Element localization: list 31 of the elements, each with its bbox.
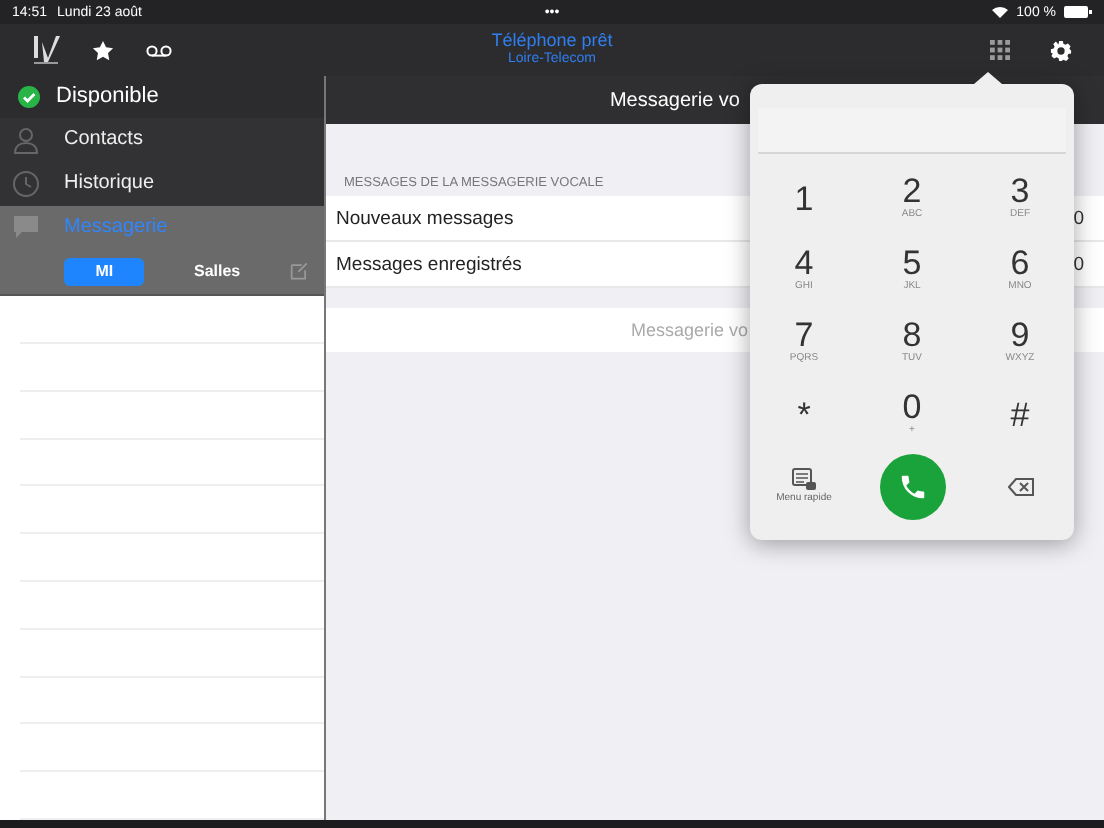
settings-icon[interactable] (1050, 39, 1072, 61)
dial-key[interactable]: * (750, 378, 858, 450)
presence-status[interactable]: Disponible (56, 84, 159, 109)
page-title: Messagerie vo (609, 89, 740, 111)
sidebar-item[interactable]: Contacts (0, 117, 324, 162)
sidebar-item[interactable]: Historique (0, 161, 324, 206)
dial-key[interactable]: 1 (750, 162, 858, 234)
message-count: 0 (1073, 253, 1084, 275)
voicemail-icon[interactable] (146, 43, 172, 57)
chat-bubble-icon (12, 214, 40, 240)
check-icon (18, 85, 40, 108)
phone-icon (897, 471, 927, 501)
number-field[interactable] (758, 108, 1066, 154)
row-label[interactable]: Messages enregistrés (336, 253, 522, 275)
star-icon[interactable] (92, 39, 114, 61)
call-button[interactable] (879, 453, 945, 519)
connection-status: Téléphone prêt (491, 32, 613, 51)
clock-icon (12, 169, 40, 198)
dial-key[interactable]: # (966, 378, 1074, 450)
keypad-icon[interactable] (990, 40, 1010, 60)
logo-icon[interactable] (32, 34, 60, 66)
battery-icon (1064, 6, 1093, 18)
wifi-icon (992, 6, 1009, 18)
person-icon (12, 125, 40, 154)
backspace-button[interactable] (1007, 477, 1033, 495)
message-count: 0 (1073, 207, 1084, 229)
segment-tab[interactable]: Salles (176, 257, 258, 286)
row-label[interactable]: Nouveaux messages (336, 207, 514, 229)
segment-tab[interactable]: MI (64, 257, 145, 286)
backspace-icon (1007, 477, 1033, 495)
list-icon (791, 468, 816, 490)
